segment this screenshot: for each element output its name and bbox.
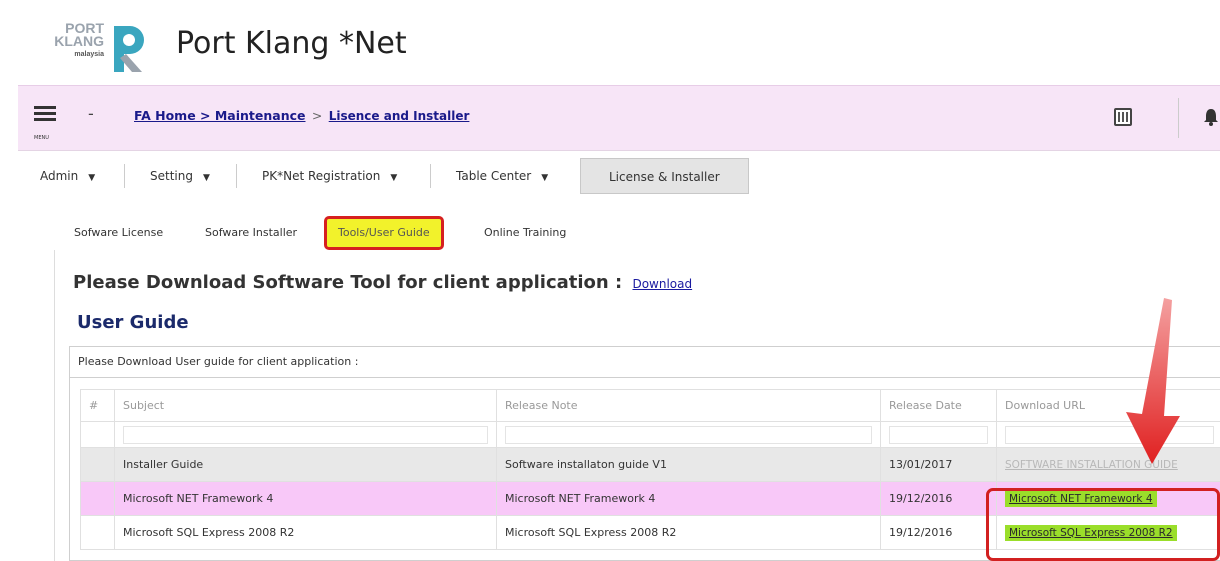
toolbar-divider [1178,98,1179,138]
main-nav-tabs: Admin ▼ Setting ▼ PK*Net Registration ▼ Tab… [0,158,1220,194]
tab-setting[interactable]: Setting ▼ [150,158,210,194]
row-number-cell [80,515,115,550]
download-url-cell: SOFTWARE INSTALLATION GUIDE [996,447,1220,482]
calculator-icon[interactable] [1114,108,1132,126]
caret-down-icon: ▼ [202,173,210,183]
filter-cell[interactable] [880,421,997,448]
red-arrow-annotation [1126,298,1180,464]
table-row[interactable]: Microsoft SQL Express 2008 R2 Microsoft … [80,515,1220,550]
breadcrumb-current-link[interactable]: Lisence and Installer [329,109,470,123]
subject-cell: Microsoft NET Framework 4 [114,481,497,516]
tab-divider [236,164,237,188]
row-number-cell [80,447,115,482]
filter-cell[interactable] [114,421,497,448]
tab-label: Admin [40,169,79,183]
tab-label: Setting [150,169,193,183]
breadcrumb: FA Home > Maintenance > Lisence and Inst… [134,108,469,123]
logo-line-klang: KLANG [54,33,104,49]
content-panel: Please Download Software Tool for client… [54,250,1220,561]
release-date-cell: 13/01/2017 [880,447,997,482]
user-guide-table-box: Please Download User guide for client ap… [69,346,1220,561]
hamburger-menu-button[interactable]: MENU [34,106,56,141]
table-caption: Please Download User guide for client ap… [78,355,359,368]
tab-license-installer[interactable]: License & Installer [580,158,749,194]
table-row[interactable]: Microsoft NET Framework 4 Microsoft NET … [80,481,1220,516]
logo-mark-icon [114,26,144,72]
subject-cell: Microsoft SQL Express 2008 R2 [114,515,497,550]
filter-cell[interactable] [496,421,881,448]
bell-icon[interactable] [1204,108,1218,126]
download-url-link[interactable]: Microsoft SQL Express 2008 R2 [1005,524,1177,541]
menu-label: MENU [34,135,49,141]
caret-down-icon: ▼ [541,173,549,183]
subtab-tools-user-guide[interactable]: Tools/User Guide [324,216,444,250]
user-guide-title: User Guide [77,312,189,333]
port-klang-logo[interactable]: PORT KLANG malaysia [34,12,152,78]
app-title: Port Klang *Net [176,26,407,61]
table-filter-row [80,421,1220,448]
download-link[interactable]: Download [632,277,692,291]
breadcrumb-bar: MENU - FA Home > Maintenance > Lisence a… [18,85,1220,151]
subject-filter-input[interactable] [123,425,488,444]
tab-pknet-registration[interactable]: PK*Net Registration ▼ [262,158,397,194]
column-header[interactable]: Subject [114,389,497,422]
menu-bar-line [34,112,56,115]
release-note-filter-input[interactable] [505,425,872,444]
release-date-cell: 19/12/2016 [880,481,997,516]
user-guide-table: # Subject Release Note Release Date Down… [80,389,1220,550]
tab-label: PK*Net Registration [262,169,381,183]
caption-divider [70,377,1220,378]
app-header: PORT KLANG malaysia Port Klang *Net [0,0,1220,85]
subject-cell: Installer Guide [114,447,497,482]
release-note-cell: Software installaton guide V1 [496,447,881,482]
menu-dropdown-toggle[interactable]: - [88,104,94,123]
release-date-cell: 19/12/2016 [880,515,997,550]
caret-down-icon: ▼ [390,173,398,183]
tab-divider [430,164,431,188]
menu-bar-line [34,106,56,109]
logo-line-malaysia: malaysia [74,51,104,58]
row-number-cell [80,481,115,516]
tab-label: License & Installer [609,170,720,184]
column-header: # [80,389,115,422]
release-date-filter-input[interactable] [889,425,988,444]
release-note-cell: Microsoft SQL Express 2008 R2 [496,515,881,550]
logo-text: PORT KLANG malaysia [34,21,104,61]
filter-cell [80,421,115,448]
caret-down-icon: ▼ [88,173,96,183]
column-header[interactable]: Release Date [880,389,997,422]
download-url-cell: Microsoft NET Framework 4 [996,481,1220,516]
download-url-link[interactable]: Microsoft NET Framework 4 [1005,490,1157,507]
column-header[interactable]: Release Note [496,389,881,422]
subtab-software-installer[interactable]: Sofware Installer [205,216,297,250]
breadcrumb-home-link[interactable]: FA Home > Maintenance [134,108,306,123]
release-note-cell: Microsoft NET Framework 4 [496,481,881,516]
download-tool-text: Please Download Software Tool for client… [73,272,623,293]
download-url-cell: Microsoft SQL Express 2008 R2 [996,515,1220,550]
breadcrumb-separator: > [311,108,323,123]
table-header-row: # Subject Release Note Release Date Down… [80,389,1220,422]
subtab-online-training[interactable]: Online Training [484,216,566,250]
tab-divider [124,164,125,188]
filter-cell[interactable] [996,421,1220,448]
menu-bar-line [34,118,56,121]
download-tool-heading: Please Download Software Tool for client… [73,272,692,293]
column-header[interactable]: Download URL [996,389,1220,422]
tab-admin[interactable]: Admin ▼ [40,158,95,194]
tab-table-center[interactable]: Table Center ▼ [456,158,548,194]
tab-label: Table Center [456,169,532,183]
table-row[interactable]: Installer Guide Software installaton gui… [80,447,1220,482]
subtab-software-license[interactable]: Sofware License [74,216,163,250]
